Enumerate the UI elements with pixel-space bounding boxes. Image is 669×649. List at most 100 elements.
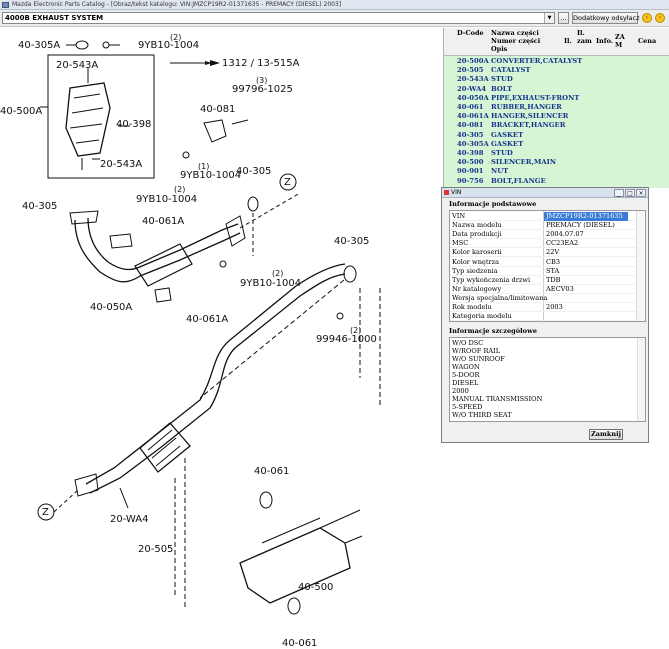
callout-label: 20-543A: [100, 159, 142, 170]
detail-line: W/O SUNROOF: [452, 355, 505, 363]
section-select[interactable]: 4000B EXHAUST SYSTEM ▼: [2, 12, 555, 24]
part-code: 40-500: [457, 158, 484, 167]
basic-info-scrollbar[interactable]: [636, 211, 644, 321]
part-code: 20-543A: [457, 75, 489, 84]
header-part-name[interactable]: Nazwa części: [491, 29, 539, 37]
basic-info-table: VIN JMZCP19R2-01371635 Nazwa modelu PREMACY…: [449, 210, 646, 323]
parts-row[interactable]: 20-WA4 BOLT: [444, 85, 669, 94]
part-code: 40-305: [457, 130, 484, 139]
callout-qty: (2): [350, 326, 361, 335]
dashed-guide-c: [53, 489, 79, 513]
window-titlebar: Mazda Electronic Parts Catalog - [Obraz/…: [0, 0, 669, 10]
chevron-down-icon[interactable]: ▼: [544, 13, 554, 23]
callout-label: 99946-1000: [316, 334, 377, 345]
info-row: Rok modelu 2003: [450, 303, 645, 312]
detail-line: MANUAL TRANSMISSION: [452, 395, 543, 403]
exhaust-diagram-svg: 40-305A 9YB10-1004 (2) 1312 / 13-515A 20…: [0, 33, 381, 649]
parts-row[interactable]: 20-500A CONVERTER,CATALYST: [444, 57, 669, 66]
minimize-icon[interactable]: _: [614, 189, 624, 197]
bolt-20-wa4: [119, 487, 129, 509]
callout-label: 40-305A: [18, 40, 60, 51]
part-name: BOLT: [491, 84, 513, 93]
header-qty-ordered[interactable]: Il. zam: [577, 29, 592, 45]
gasket-40-305a: [75, 40, 89, 50]
silencer-inlet: [261, 517, 321, 544]
vin-value-selected[interactable]: JMZCP19R2-01371635: [544, 212, 628, 221]
arrow-right-icon[interactable]: ›: [655, 13, 665, 23]
info-row: Typ wykończenia drzwi TDB: [450, 276, 645, 285]
parts-row[interactable]: 40-500 SILENCER,MAIN: [444, 158, 669, 167]
parts-row[interactable]: 40-061 RUBBER,HANGER: [444, 103, 669, 112]
part-code: 40-081: [457, 121, 484, 130]
info-row: Kolor karoserii 22V: [450, 248, 645, 258]
part-name: HANGER,SILENCER: [491, 112, 569, 121]
part-name: BOLT,FLANGE: [491, 176, 546, 185]
parts-row[interactable]: 40-061A HANGER,SILENCER: [444, 112, 669, 121]
rubber-hanger-b: [287, 597, 301, 615]
browse-button[interactable]: ...: [558, 12, 569, 24]
arrow-1312-tip: [210, 60, 220, 66]
parts-row[interactable]: 40-305 GASKET: [444, 131, 669, 140]
section-select-value: 4000B EXHAUST SYSTEM: [5, 14, 104, 22]
close-button[interactable]: Zamknij: [589, 429, 623, 440]
header-info[interactable]: Info.: [596, 37, 613, 45]
info-key: Wersja specjalna/limitowana: [452, 293, 548, 302]
details-scrollbar[interactable]: [637, 338, 645, 421]
silencer-40-500: [239, 527, 351, 604]
part-name: SILENCER,MAIN: [491, 158, 557, 167]
header-price[interactable]: Cena: [638, 37, 656, 45]
vin-window-titlebar[interactable]: VIN _ □ ×: [442, 188, 648, 198]
part-name: STUD: [491, 75, 513, 84]
part-code: 20-505: [457, 66, 484, 75]
basic-info-label: Informacje podstawowe: [449, 200, 537, 208]
info-key: Kolor wnętrza: [452, 257, 500, 266]
parts-row[interactable]: 20-505 CATALYST: [444, 66, 669, 75]
callout-label: 40-305: [22, 201, 57, 212]
part-name: PIPE,EXHAUST-FRONT: [491, 93, 580, 102]
header-part-number[interactable]: Numer części: [491, 37, 540, 45]
additional-reference-button[interactable]: Dodatkowy odsyłacz: [572, 12, 640, 24]
header-dcode[interactable]: D-Code: [457, 29, 484, 37]
info-row: Wersja specjalna/limitowana: [450, 294, 645, 303]
parts-row[interactable]: 40-081 BRACKET,HANGER: [444, 121, 669, 130]
part-code: 40-061: [457, 103, 484, 111]
arrow-left-icon[interactable]: ‹: [642, 13, 652, 23]
info-key: Typ siedzenia: [452, 266, 498, 275]
parts-row[interactable]: 40-305A GASKET: [444, 140, 669, 149]
z-marker-label: Z: [284, 177, 291, 188]
callout-label: 40-061A: [142, 216, 184, 227]
callout-label: 20-543A: [56, 60, 98, 71]
part-code: 20-WA4: [457, 84, 487, 93]
part-name: STUD: [491, 149, 513, 157]
callout-label: 40-061: [254, 466, 289, 477]
parts-row[interactable]: 90-756 BOLT,FLANGE: [444, 177, 669, 186]
part-code: 40-305A: [457, 139, 489, 148]
bracket-40-081: [203, 119, 227, 143]
info-key: Data produkcji: [452, 230, 502, 239]
details-label: Informacje szczegółowe: [449, 327, 537, 335]
part-name: CATALYST: [491, 66, 531, 75]
vin-window-title: VIN: [451, 189, 462, 196]
detail-line: DIESEL: [452, 379, 479, 387]
parts-row[interactable]: 40-398 STUD: [444, 149, 669, 158]
window-title: Mazda Electronic Parts Catalog - [Obraz/…: [12, 1, 342, 8]
parts-row[interactable]: 90-901 NUT: [444, 167, 669, 176]
gasket-40-305-b: [343, 265, 357, 283]
parts-row[interactable]: 40-050A PIPE,EXHAUST-FRONT: [444, 94, 669, 103]
callout-label: 40-500: [298, 582, 333, 593]
center-pipe-outline-b: [85, 263, 346, 485]
header-qty[interactable]: Il.: [564, 37, 572, 45]
callout-label: 20-505: [138, 544, 173, 555]
maximize-icon[interactable]: □: [625, 189, 635, 197]
info-row: VIN JMZCP19R2-01371635: [450, 212, 645, 221]
header-description[interactable]: Opis: [491, 45, 507, 53]
close-icon[interactable]: ×: [636, 189, 646, 197]
info-key: MSC: [452, 239, 469, 248]
part-name: GASKET: [491, 130, 524, 139]
part-name: RUBBER,HANGER: [491, 103, 562, 111]
header-zam[interactable]: ZA M: [615, 33, 627, 49]
part-code: 20-500A: [457, 57, 489, 65]
nut-9yb10: [182, 151, 190, 159]
parts-row[interactable]: 20-543A STUD: [444, 75, 669, 84]
info-row: Nr katalogowy AECV03: [450, 285, 645, 294]
